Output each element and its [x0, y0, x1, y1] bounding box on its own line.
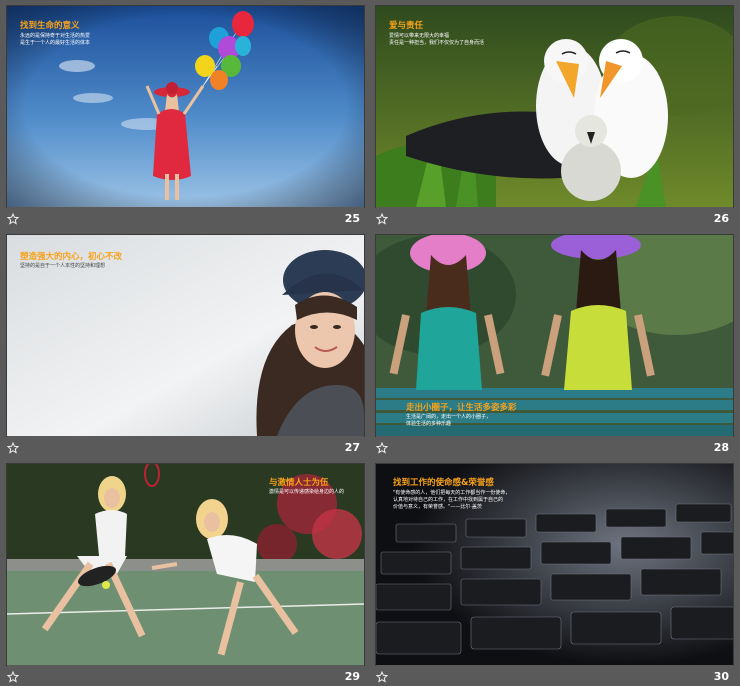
star-icon[interactable] [376, 442, 388, 454]
star-icon[interactable] [7, 671, 19, 683]
star-icon[interactable] [376, 671, 388, 683]
slide-thumbnail-28[interactable]: 走出小圈子，让生活多姿多彩 生活是广阔的，走出一个人的小圈子， 体验生活的多种乐… [376, 235, 733, 457]
star-icon[interactable] [7, 442, 19, 454]
slide-body-line: 认真地对待自己的工作，在工作中找到属于自己的 [393, 497, 504, 503]
slide-29-preview: 与激情人士为伍 激情是可以传递感染给身边的人的 [7, 464, 364, 665]
slide-number: 28 [713, 441, 729, 454]
slide-body-line: 是生于一个人的最好生活的体本 [20, 40, 91, 46]
slide-body-line: 永远的是保持奇于对生活的热爱 [20, 33, 91, 39]
slide-title: 走出小圈子，让生活多姿多彩 [406, 403, 517, 413]
slide-number: 26 [713, 212, 729, 225]
slide-title: 塑造强大的内心，初心不改 [20, 252, 123, 262]
slide-25-preview: 找到生命的意义 永远的是保持奇于对生活的热爱 是生于一个人的最好生活的体本 [7, 6, 364, 207]
slide-30-preview: 找到工作的使命感&荣誉感 "有使命感的人，他们把每天的工作都当作一份使命， 认真… [376, 464, 733, 665]
slide-number: 29 [344, 670, 360, 683]
slide-body-line: 激情是可以传递感染给身边的人的 [269, 489, 345, 495]
slide-body-line: 坚持的是自于一个人本性的坚持和理想 [20, 263, 106, 269]
slide-title: 爱与责任 [389, 21, 424, 31]
slide-26-preview: 爱与责任 爱情可以带来无限大的幸福 责任是一种担当，我们不仅仅为了自身而活 [376, 6, 733, 207]
slide-number: 27 [344, 441, 360, 454]
slide-title: 与激情人士为伍 [269, 478, 329, 488]
slide-27-preview: 塑造强大的内心，初心不改 坚持的是自于一个人本性的坚持和理想 [7, 235, 364, 436]
slide-thumbnail-26[interactable]: 爱与责任 爱情可以带来无限大的幸福 责任是一种担当，我们不仅仅为了自身而活 26 [376, 6, 733, 228]
slide-body-line: 爱情可以带来无限大的幸福 [389, 33, 450, 39]
slide-28-preview: 走出小圈子，让生活多姿多彩 生活是广阔的，走出一个人的小圈子， 体验生活的多种乐… [376, 235, 733, 436]
star-icon[interactable] [376, 213, 388, 225]
slide-thumbnail-25[interactable]: 找到生命的意义 永远的是保持奇于对生活的热爱 是生于一个人的最好生活的体本 25 [7, 6, 364, 228]
slide-number: 30 [713, 670, 729, 683]
slide-body-line: 责任是一种担当，我们不仅仅为了自身而活 [389, 40, 485, 46]
star-icon[interactable] [7, 213, 19, 225]
slide-title: 找到生命的意义 [20, 21, 80, 31]
slide-body-line: 生活是广阔的，走出一个人的小圈子， [406, 414, 492, 420]
slide-footer: 28 [376, 436, 733, 457]
slide-body-line: 体验生活的多种乐趣 [406, 421, 452, 427]
slide-thumbnail-30[interactable]: 找到工作的使命感&荣誉感 "有使命感的人，他们把每天的工作都当作一份使命， 认真… [376, 464, 733, 686]
slide-body-line: 价值与意义，有荣誉感。"——比尔·盖茨 [393, 504, 482, 510]
slide-title: 找到工作的使命感&荣誉感 [393, 478, 494, 488]
slide-sorter-grid: 找到生命的意义 永远的是保持奇于对生活的热爱 是生于一个人的最好生活的体本 25 [0, 0, 740, 686]
slide-footer: 26 [376, 207, 733, 228]
slide-thumbnail-27[interactable]: 塑造强大的内心，初心不改 坚持的是自于一个人本性的坚持和理想 27 [7, 235, 364, 457]
slide-body-line: "有使命感的人，他们把每天的工作都当作一份使命， [393, 490, 511, 496]
slide-thumbnail-29[interactable]: 与激情人士为伍 激情是可以传递感染给身边的人的 29 [7, 464, 364, 686]
slide-footer: 25 [7, 207, 364, 228]
slide-number: 25 [344, 212, 360, 225]
slide-footer: 27 [7, 436, 364, 457]
